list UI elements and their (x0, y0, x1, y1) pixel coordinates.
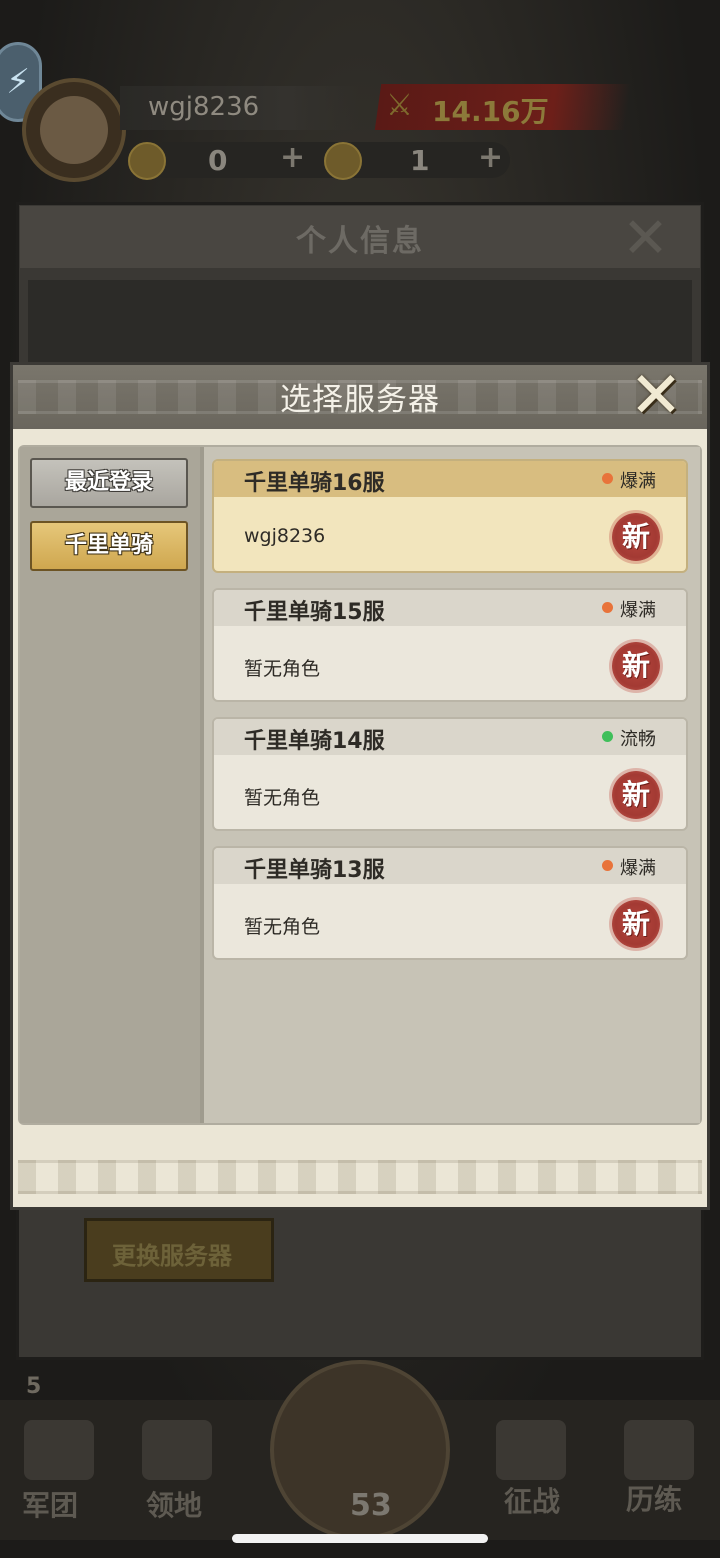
server-name: 千里单骑14服 (244, 729, 385, 754)
new-seal-icon: 新 (612, 900, 660, 948)
server-status: 爆满 (620, 600, 656, 621)
nav-item-legion[interactable]: 军团 (22, 1484, 78, 1524)
server-name: 千里单骑15服 (244, 600, 385, 625)
status-dot-icon (602, 602, 613, 613)
server-card-13[interactable]: 千里单骑13服 爆满 暂无角色 新 (212, 846, 688, 960)
server-status: 爆满 (620, 471, 656, 492)
status-dot-icon (602, 731, 613, 742)
status-dot-icon (602, 860, 613, 871)
power-value: 14.16万 (432, 95, 549, 128)
training-book-icon[interactable] (624, 1420, 694, 1480)
personal-info-close-icon[interactable]: ✕ (622, 206, 669, 271)
server-card-16[interactable]: 千里单骑16服 爆满 wgj8236 新 (212, 459, 688, 573)
fret-pattern-bottom (18, 1160, 702, 1194)
copper-amount: 1 (410, 144, 430, 177)
nav-item-territory[interactable]: 领地 (146, 1484, 202, 1524)
server-name: 千里单骑13服 (244, 858, 385, 883)
add-silver-button[interactable]: + (280, 140, 305, 175)
campaign-icon[interactable] (496, 1420, 566, 1480)
server-card-14[interactable]: 千里单骑14服 流畅 暂无角色 新 (212, 717, 688, 831)
silver-amount: 0 (208, 144, 228, 177)
territory-icon[interactable] (142, 1420, 212, 1480)
crossed-swords-icon: ⚔ (386, 88, 413, 123)
nav-item-training[interactable]: 历练 (626, 1478, 682, 1518)
server-role: 暂无角色 (244, 916, 321, 938)
legion-icon[interactable] (24, 1420, 94, 1480)
server-card-15[interactable]: 千里单骑15服 爆满 暂无角色 新 (212, 588, 688, 702)
level-badge: 5 (26, 1374, 42, 1399)
personal-info-scene (28, 280, 692, 370)
player-username: wgj8236 (148, 92, 260, 122)
status-dot-icon (602, 473, 613, 484)
silver-ingot-icon (128, 142, 166, 180)
nav-item-campaign[interactable]: 征战 (504, 1480, 560, 1520)
server-role: 暂无角色 (244, 787, 321, 809)
avatar-portrait (40, 96, 108, 164)
new-seal-icon: 新 (612, 642, 660, 690)
close-icon[interactable]: ✕ (624, 364, 688, 428)
server-role: wgj8236 (244, 525, 326, 547)
home-indicator[interactable] (232, 1534, 488, 1543)
modal-title: 选择服务器 (280, 382, 440, 418)
new-seal-icon: 新 (612, 513, 660, 561)
copper-coin-icon (324, 142, 362, 180)
personal-info-title: 个人信息 (296, 224, 424, 259)
tab-qianli-danqi[interactable]: 千里单骑 (30, 521, 188, 571)
energy-value: 53 (350, 1488, 392, 1523)
change-server-label: 更换服务器 (112, 1242, 232, 1270)
new-seal-icon: 新 (612, 771, 660, 819)
server-status: 流畅 (620, 729, 656, 750)
add-copper-button[interactable]: + (478, 140, 503, 175)
server-status: 爆满 (620, 858, 656, 879)
tab-recent-login[interactable]: 最近登录 (30, 458, 188, 508)
server-role: 暂无角色 (244, 658, 321, 680)
server-name: 千里单骑16服 (244, 471, 385, 496)
